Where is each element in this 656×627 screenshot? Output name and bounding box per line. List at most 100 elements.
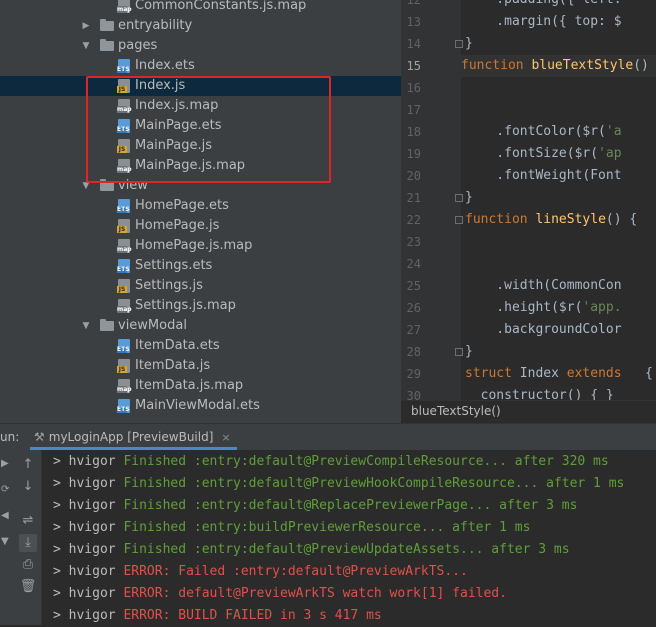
tree-item[interactable]: ETS ItemData.ets <box>0 336 401 356</box>
file-type-badge: JS <box>117 286 127 293</box>
rerun-icon[interactable]: ↑ <box>19 456 37 474</box>
side-tool-icon[interactable]: ◀ <box>1 510 9 521</box>
tree-item[interactable]: map ItemData.js.map <box>0 376 401 396</box>
print-icon[interactable]: ⎙ <box>19 556 37 574</box>
console-line: > hvigor Finished :entry:default@Preview… <box>53 451 609 473</box>
line-number: 29 <box>406 367 421 381</box>
tree-item[interactable]: ETS Settings.ets <box>0 256 401 276</box>
close-icon[interactable]: × <box>221 431 230 444</box>
line-number: 30 <box>406 389 421 400</box>
tree-item[interactable]: JS ItemData.js <box>0 356 401 376</box>
code-line: .width(CommonCon <box>465 278 622 293</box>
console-line: > hvigor ERROR: default@PreviewArkTS wat… <box>53 583 507 605</box>
tree-item-label: HomePage.js <box>135 218 220 233</box>
file-type-badge: JS <box>117 366 127 373</box>
tree-item[interactable]: ▼ pages <box>0 36 401 56</box>
tree-item-label: MainViewModal.ets <box>135 398 260 413</box>
console-line: > hvigor ERROR: Failed :entry:default@Pr… <box>53 561 468 583</box>
tree-item[interactable]: JS HomePage.js <box>0 216 401 236</box>
tree-item-label: ItemData.js <box>135 358 211 373</box>
tree-item-label: Settings.js <box>135 278 203 293</box>
ets-file-icon: ETS <box>117 339 130 353</box>
folder-icon <box>100 319 114 331</box>
fold-marker-icon[interactable] <box>455 40 463 48</box>
code-line: function blueTextStyle() <box>461 55 656 77</box>
tree-item[interactable]: ETS HomePage.ets <box>0 196 401 216</box>
fold-marker-icon[interactable] <box>455 216 463 224</box>
line-number: 20 <box>406 169 421 183</box>
map-file-icon: map <box>117 239 132 253</box>
tree-item[interactable]: ETS Index.ets <box>0 56 401 76</box>
chevron-down-icon[interactable]: ▼ <box>81 316 91 336</box>
run-console[interactable]: > hvigor Finished :entry:default@Preview… <box>42 450 656 625</box>
file-type-badge: map <box>117 6 132 13</box>
side-tool-icon[interactable]: ▶ <box>1 458 9 469</box>
scroll-down-icon[interactable]: ↓ <box>19 478 37 496</box>
trash-icon[interactable]: 🗑 <box>19 578 37 596</box>
fold-marker-icon[interactable] <box>455 194 463 202</box>
tree-item[interactable]: ▼ viewModal <box>0 316 401 336</box>
folder-icon <box>100 19 114 31</box>
map-file-icon: map <box>117 379 132 393</box>
tree-item[interactable]: JS Settings.js <box>0 276 401 296</box>
chevron-down-icon[interactable]: ▼ <box>81 36 91 56</box>
run-tool-window-header: un: ⚒ myLoginApp [PreviewBuild] × <box>0 423 656 450</box>
line-number: 27 <box>406 323 421 337</box>
code-line: } <box>465 344 473 359</box>
line-number: 25 <box>406 279 421 293</box>
scroll-to-end-icon[interactable]: ⤓ <box>19 534 37 552</box>
soft-wrap-icon[interactable]: ⇌ <box>19 512 37 530</box>
code-line: struct Index extends { <box>465 366 653 381</box>
file-type-badge: ETS <box>117 206 130 213</box>
code-line: .padding({ left: <box>465 0 621 11</box>
side-tool-icon[interactable]: ⟳ <box>1 484 9 495</box>
console-message: ERROR: default@PreviewArkTS watch work[1… <box>123 586 507 601</box>
code-line: } <box>465 36 473 51</box>
tree-item[interactable]: map HomePage.js.map <box>0 236 401 256</box>
ets-file-icon: ETS <box>117 199 130 213</box>
file-type-badge: ETS <box>117 406 130 413</box>
tree-item-label: pages <box>118 38 158 53</box>
line-number: 21 <box>406 191 421 205</box>
run-toolbar: ↑ ↓ ⇌ ⤓ ⎙ 🗑 <box>14 450 42 625</box>
console-message: Finished :entry:default@PreviewCompileRe… <box>123 454 609 469</box>
line-number: 14 <box>406 37 421 51</box>
line-number: 19 <box>406 147 421 161</box>
editor-breadcrumb[interactable]: blueTextStyle() <box>401 400 656 423</box>
line-number: 13 <box>406 15 421 29</box>
code-line: .fontSize($r('ap <box>465 146 622 161</box>
file-type-badge: map <box>117 386 132 393</box>
chevron-right-icon[interactable]: ▶ <box>81 16 91 36</box>
map-file-icon: map <box>117 0 132 13</box>
code-line: .fontWeight(Font <box>465 168 622 183</box>
console-line: > hvigor Finished :entry:default@Replace… <box>53 495 577 517</box>
project-tree: map CommonConstants.js.map ▶ entryability ▼ p… <box>0 0 401 423</box>
tree-item[interactable]: ▶ entryability <box>0 16 401 36</box>
selection-highlight-box <box>86 76 331 183</box>
console-line: > hvigor Finished :entry:default@Preview… <box>53 539 570 561</box>
console-message: ERROR: Failed :entry:default@PreviewArkT… <box>123 564 468 579</box>
js-file-icon: JS <box>117 219 130 233</box>
run-tab[interactable]: ⚒ myLoginApp [PreviewBuild] × <box>30 424 237 450</box>
file-type-badge: ETS <box>117 66 130 73</box>
tree-item-label: Settings.js.map <box>135 298 236 313</box>
file-type-badge: map <box>117 306 132 313</box>
tree-item[interactable]: map Settings.js.map <box>0 296 401 316</box>
console-prefix: > hvigor <box>53 608 124 623</box>
editor-gutter: 12 13 14 15 16 17 18 19 20 21 22 23 24 25 26 27 28 29 30 <box>401 0 463 400</box>
code-editor[interactable]: 12 13 14 15 16 17 18 19 20 21 22 23 24 25 26 27 28 29 30 .… <box>401 0 656 400</box>
fold-marker-icon[interactable] <box>455 348 463 356</box>
tree-item[interactable]: map CommonConstants.js.map <box>0 0 401 16</box>
folder-icon <box>100 39 114 51</box>
console-message: Finished :entry:default@PreviewHookCompi… <box>123 476 625 491</box>
ets-file-icon: ETS <box>117 59 130 73</box>
js-file-icon: JS <box>117 279 130 293</box>
code-line: function lineStyle() { <box>465 212 638 227</box>
tree-item-label: Index.ets <box>135 58 195 73</box>
side-tool-icon[interactable]: ▼ <box>1 536 9 547</box>
js-file-icon: JS <box>117 359 130 373</box>
console-message: Finished :entry:default@ReplacePreviewer… <box>123 498 578 513</box>
tree-item[interactable]: ETS MainViewModal.ets <box>0 396 401 416</box>
line-number: 28 <box>406 345 421 359</box>
console-prefix: > hvigor <box>53 454 124 469</box>
